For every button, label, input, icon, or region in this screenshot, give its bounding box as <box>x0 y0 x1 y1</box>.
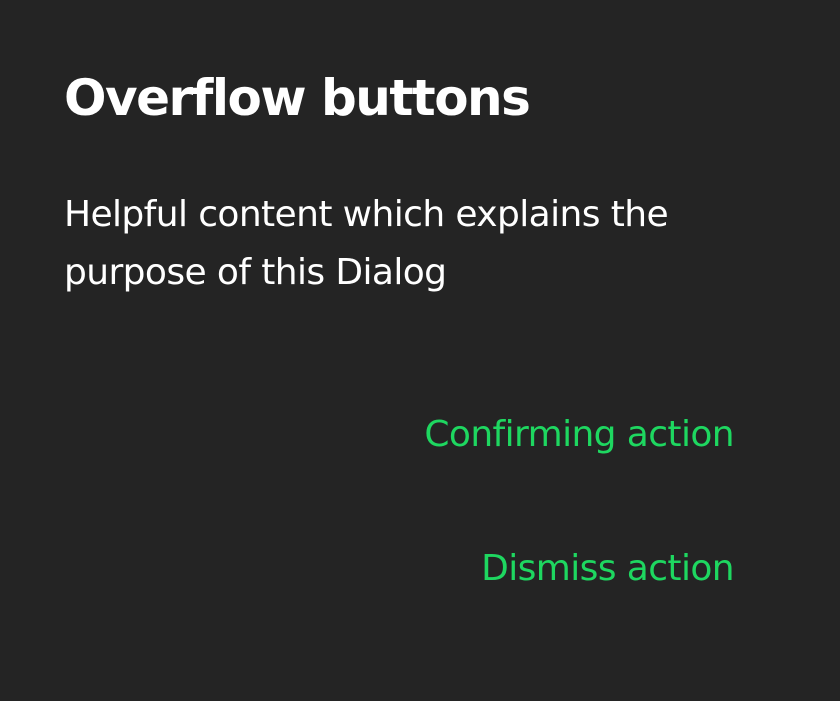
dialog-title: Overflow buttons <box>64 69 531 127</box>
dismiss-action-button[interactable]: Dismiss action <box>481 538 735 600</box>
dialog: Overflow buttons Helpful content which e… <box>0 0 840 701</box>
dialog-content: Helpful content which explains the purpo… <box>64 194 669 293</box>
confirm-action-button[interactable]: Confirming action <box>424 404 734 466</box>
dialog-actions: Confirming action Dismiss action <box>424 404 734 600</box>
